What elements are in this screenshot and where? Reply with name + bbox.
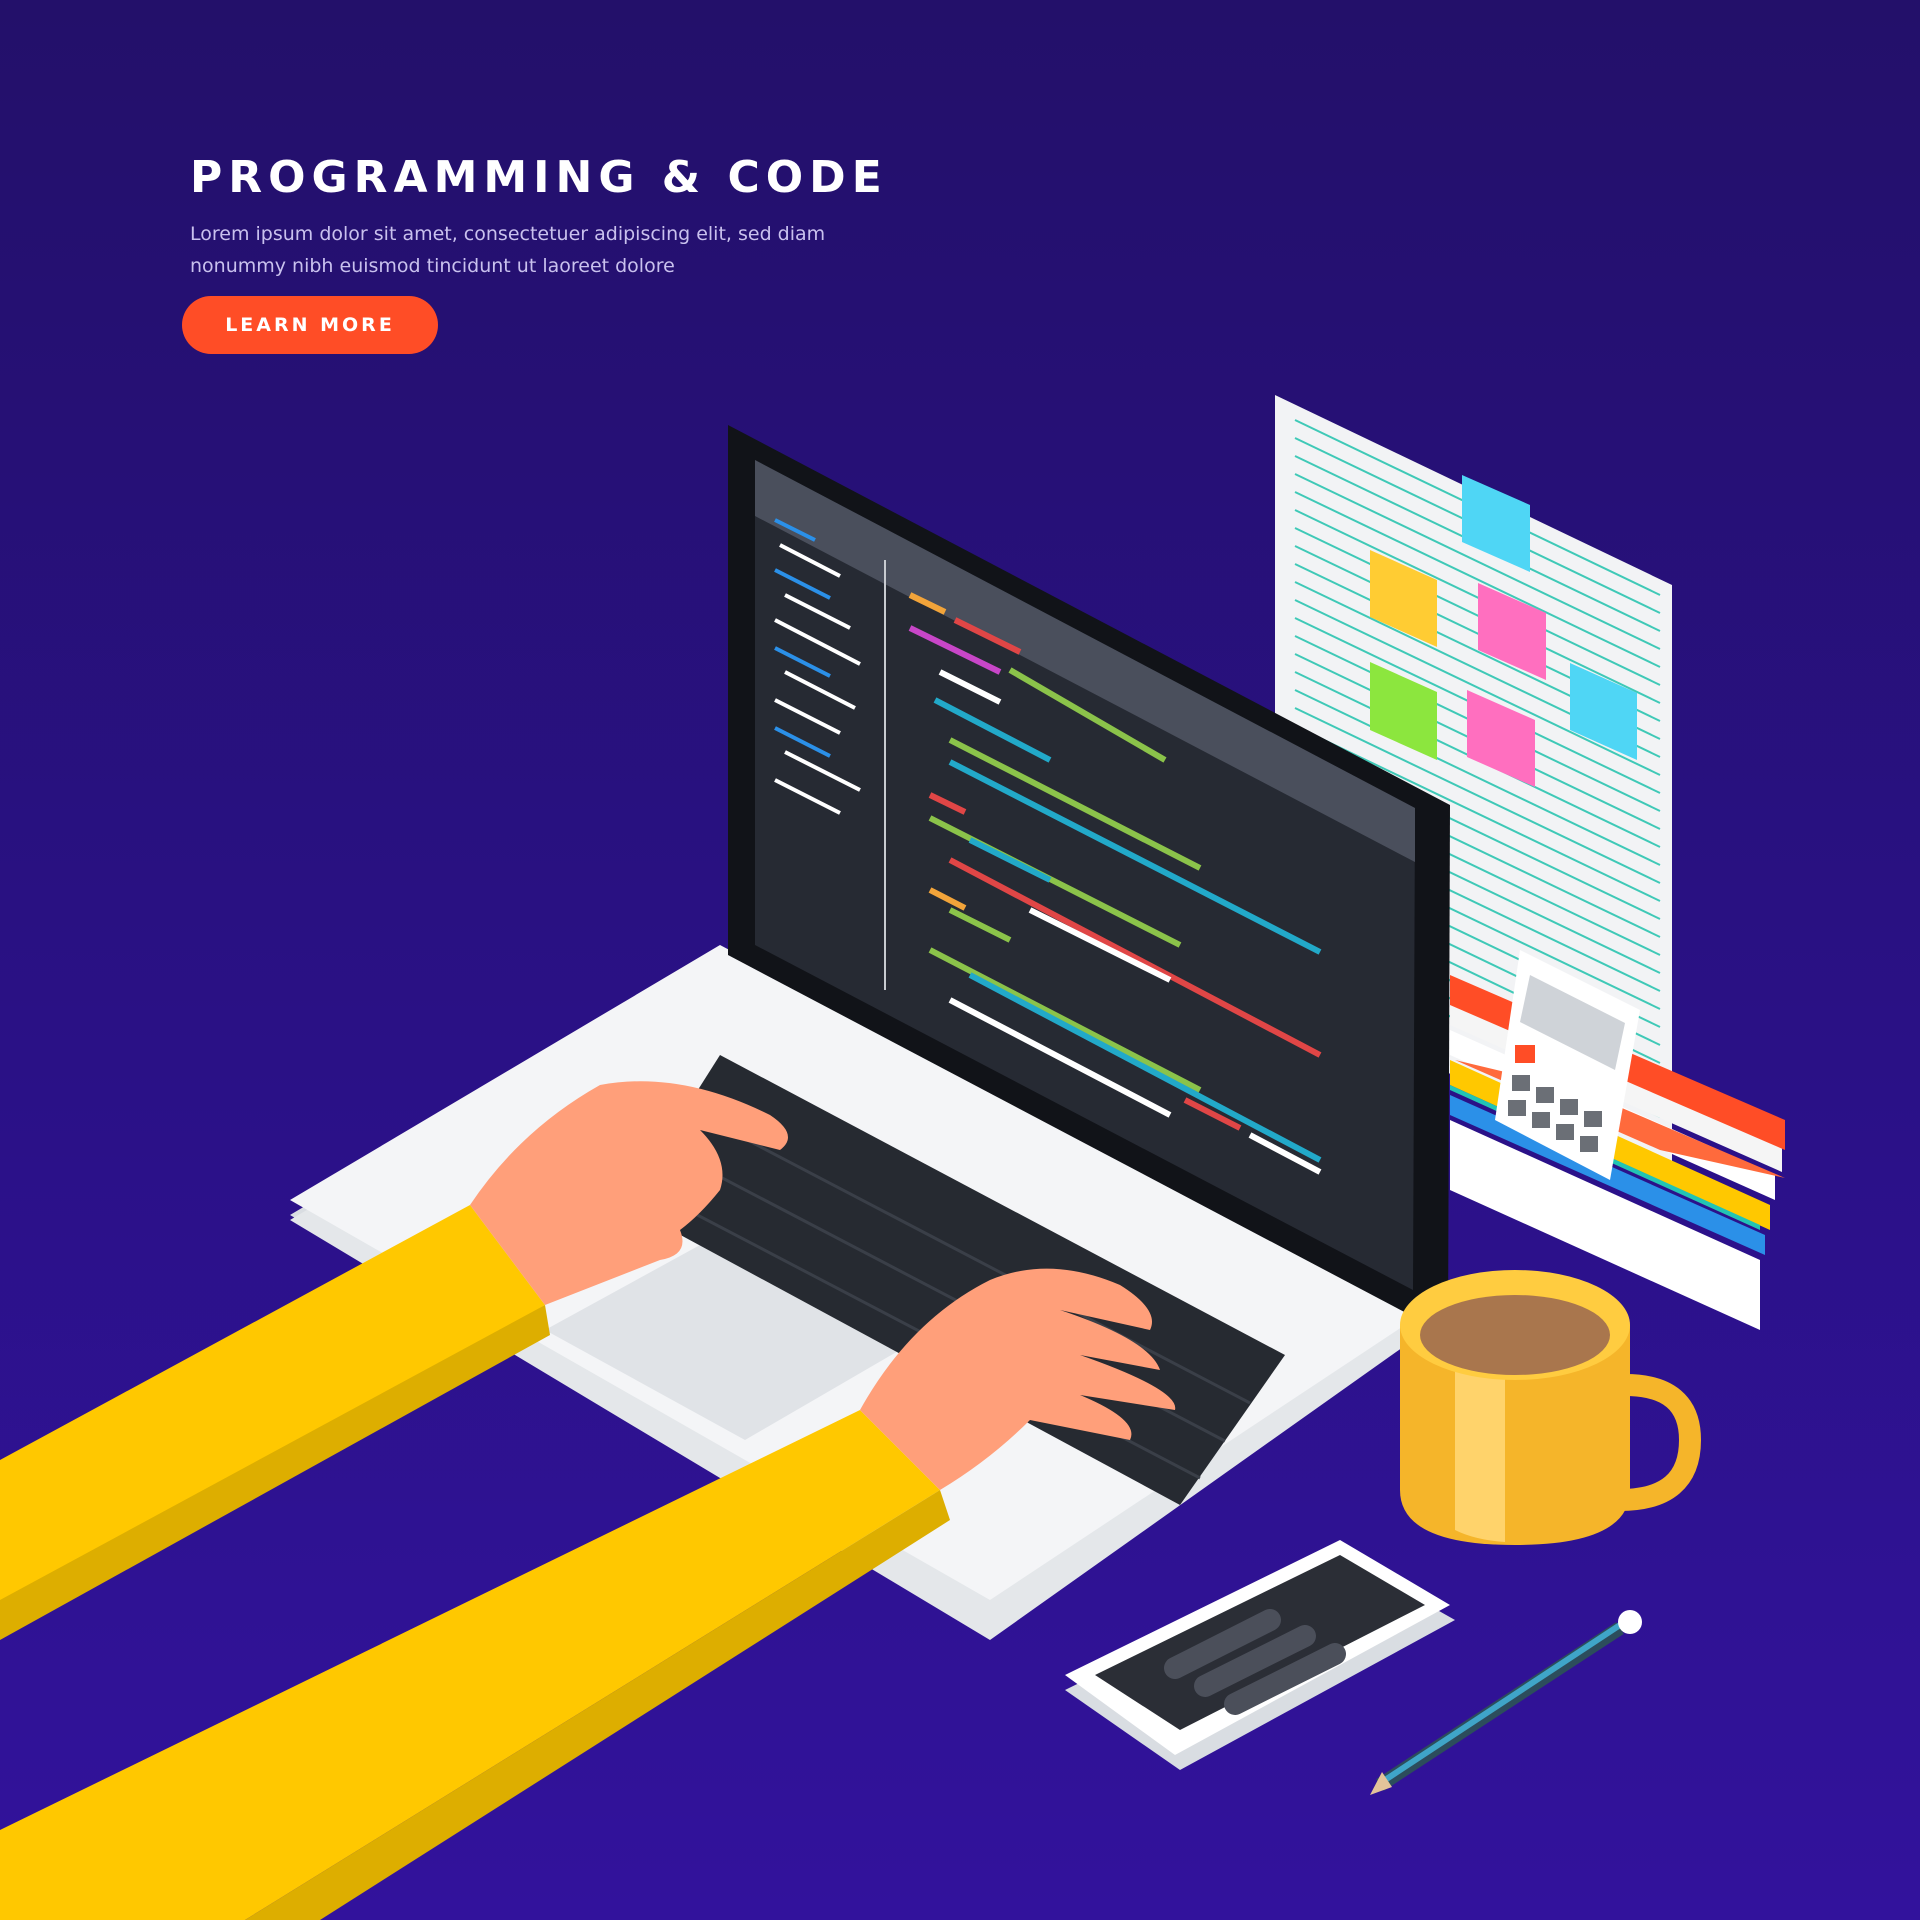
- illustration: [0, 395, 1785, 1920]
- smartphone-icon: [1065, 1540, 1455, 1770]
- coffee-mug-icon: [1400, 1270, 1702, 1545]
